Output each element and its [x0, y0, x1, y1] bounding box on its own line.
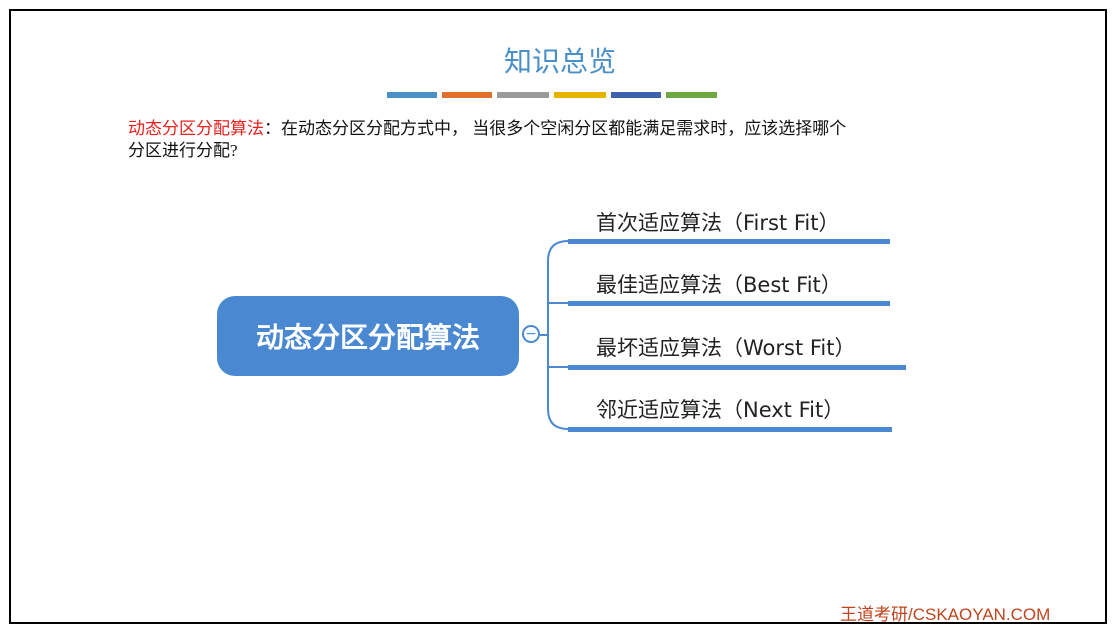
branch-first-fit[interactable]: 首次适应算法（First Fit）	[596, 207, 840, 237]
branch-underline-1	[568, 239, 890, 244]
branch-best-fit[interactable]: 最佳适应算法（Best Fit）	[596, 269, 842, 299]
branch-underline-4	[568, 427, 892, 432]
branch-underline-3	[568, 365, 906, 370]
collapse-icon[interactable]: −	[522, 325, 540, 343]
footer-brand: 王道考研/CSKAOYAN.COM	[840, 605, 1051, 624]
mindmap-connectors	[540, 239, 906, 432]
mindmap-root-node[interactable]: 动态分区分配算法	[217, 296, 519, 376]
branch-next-fit[interactable]: 邻近适应算法（Next Fit）	[596, 394, 844, 424]
branch-underline-2	[568, 301, 890, 306]
branch-worst-fit[interactable]: 最坏适应算法（Worst Fit）	[596, 332, 856, 362]
